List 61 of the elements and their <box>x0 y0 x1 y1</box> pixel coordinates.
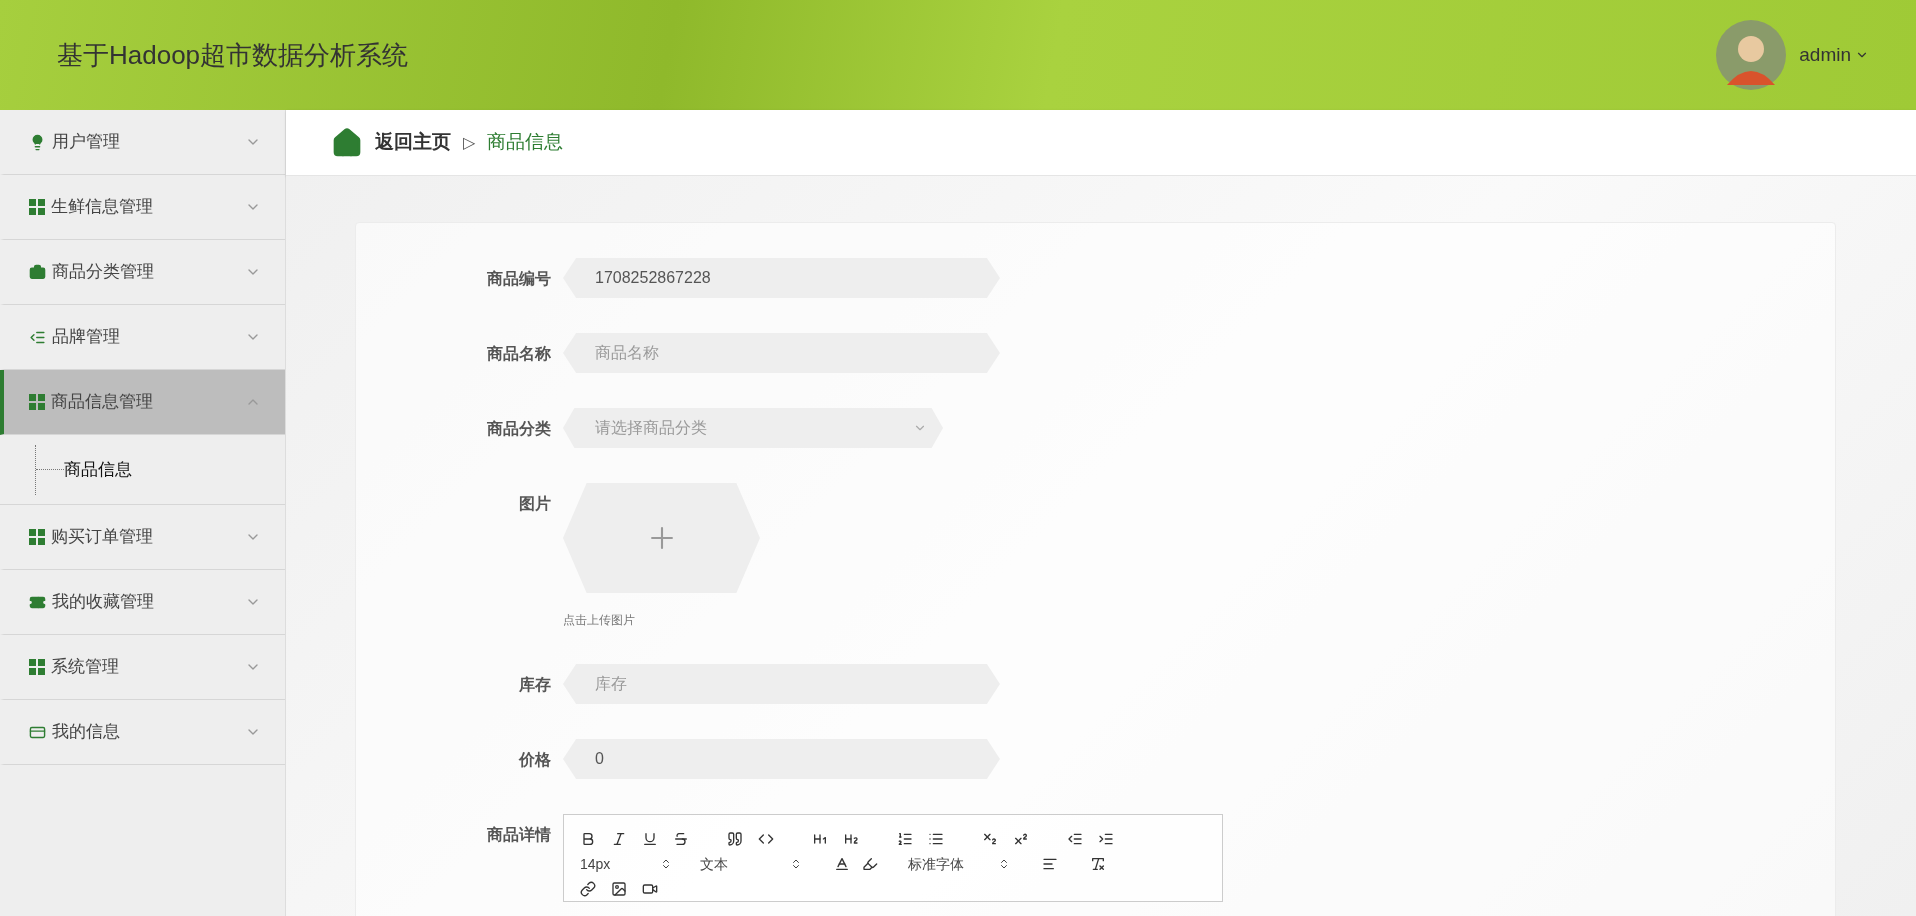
clear-format-icon[interactable] <box>1090 856 1106 872</box>
superscript-icon[interactable] <box>1013 831 1029 847</box>
field-label: 商品详情 <box>487 826 551 843</box>
field-label: 库存 <box>519 676 551 693</box>
grid-icon <box>29 394 45 410</box>
home-icon[interactable] <box>331 126 363 159</box>
submenu-item[interactable]: 商品信息 <box>64 456 132 483</box>
input-field[interactable]: 0 <box>563 739 1000 779</box>
input-field[interactable]: 商品名称 <box>563 333 1000 373</box>
strikethrough-icon[interactable] <box>673 831 689 847</box>
bold-icon[interactable] <box>580 831 596 847</box>
align-left-icon[interactable] <box>1042 856 1058 872</box>
font-color-icon[interactable] <box>834 856 850 872</box>
underline-icon[interactable] <box>642 831 658 847</box>
indent-icon[interactable] <box>1098 831 1114 847</box>
field-label: 图片 <box>519 495 551 512</box>
outdent-icon[interactable] <box>1067 831 1083 847</box>
field-label: 商品编号 <box>487 270 551 287</box>
sidebar-item[interactable]: 系统管理 <box>0 635 285 700</box>
size-picker[interactable]: 14px <box>580 853 680 875</box>
updown-icon <box>998 858 1010 870</box>
field-label: 商品分类 <box>487 420 551 437</box>
sidebar-item[interactable]: 用户管理 <box>0 110 285 175</box>
updown-icon <box>790 858 802 870</box>
header-picker[interactable]: 文本 <box>700 853 810 875</box>
briefcase-icon <box>29 263 46 281</box>
image-icon[interactable] <box>611 881 627 897</box>
highlight-icon[interactable] <box>862 856 878 872</box>
user-menu[interactable]: admin <box>1799 40 1869 70</box>
code-icon[interactable] <box>758 831 774 847</box>
input-field[interactable]: 1708252867228 <box>563 258 1000 298</box>
avatar[interactable] <box>1715 19 1788 91</box>
field-label: 商品名称 <box>487 345 551 362</box>
heading-two-icon[interactable] <box>843 831 859 847</box>
upload-hint: 点击上传图片 <box>563 612 636 629</box>
quote-icon[interactable] <box>727 831 743 847</box>
field-label: 价格 <box>519 751 551 768</box>
sidebar-item[interactable]: 商品信息管理 <box>0 370 285 435</box>
subscript-icon[interactable] <box>982 831 998 847</box>
sidebar-item[interactable]: 购买订单管理 <box>0 505 285 570</box>
grid-icon <box>29 199 45 215</box>
font-picker[interactable]: 标准字体 <box>908 853 1018 875</box>
grid-icon <box>29 529 45 545</box>
italic-icon[interactable] <box>611 831 627 847</box>
breadcrumb-separator: ▷ <box>463 132 475 153</box>
video-icon[interactable] <box>642 881 658 897</box>
rich-text-editor[interactable]: 14px 文本 标准字体 <box>563 814 1223 902</box>
heading-one-icon[interactable] <box>812 831 828 847</box>
breadcrumb-current: 商品信息 <box>487 130 563 155</box>
sidebar-item[interactable]: 我的收藏管理 <box>0 570 285 635</box>
sidebar-item[interactable]: 我的信息 <box>0 700 285 765</box>
sidebar-item[interactable]: 生鲜信息管理 <box>0 175 285 240</box>
link-icon[interactable] <box>580 881 596 897</box>
input-field[interactable]: 库存 <box>563 664 1000 704</box>
updown-icon <box>660 858 672 870</box>
ordered-list-icon[interactable] <box>897 831 913 847</box>
sidebar-item[interactable]: 商品分类管理 <box>0 240 285 305</box>
bullet-list-icon[interactable] <box>928 831 944 847</box>
app-title: 基于Hadoop超市数据分析系统 <box>57 38 409 72</box>
grid-icon <box>29 659 45 675</box>
home-link[interactable]: 返回主页 <box>375 128 451 157</box>
